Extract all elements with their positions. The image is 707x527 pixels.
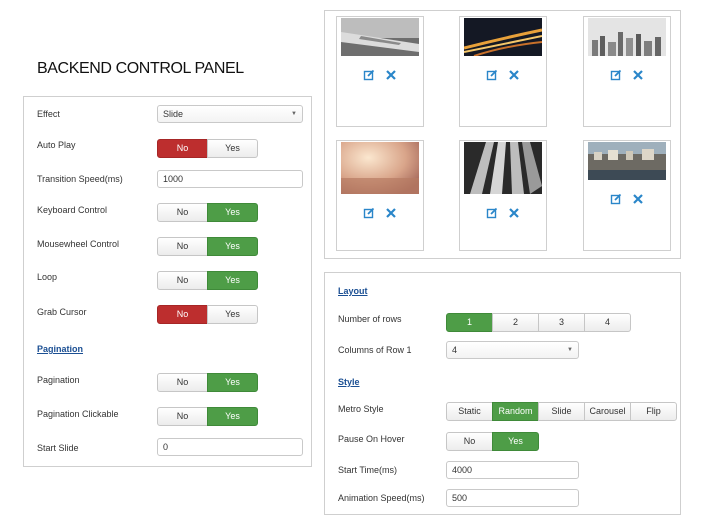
pause-on-hover-toggle[interactable]: No Yes <box>446 432 539 451</box>
animation-speed-label: Animation Speed(ms) <box>338 493 425 503</box>
edit-icon[interactable] <box>610 193 622 205</box>
auto-play-yes-button[interactable]: Yes <box>207 139 258 158</box>
pagination-clickable-toggle[interactable]: No Yes <box>157 407 258 426</box>
pagination-section-title: Pagination <box>37 344 84 354</box>
edit-icon[interactable] <box>610 69 622 81</box>
gallery-panel <box>324 10 681 259</box>
gallery-item[interactable] <box>583 140 671 251</box>
columns-value: 4 <box>452 345 458 355</box>
settings-panel: Effect Slide ▼ Auto Play No Yes Transiti… <box>23 96 312 467</box>
mousewheel-control-no-button[interactable]: No <box>157 237 208 256</box>
night-highway-image <box>464 18 542 56</box>
metro-style-carousel[interactable]: Carousel <box>584 402 631 421</box>
number-of-rows-selector[interactable]: 1 2 3 4 <box>446 313 631 332</box>
mousewheel-control-toggle[interactable]: No Yes <box>157 237 258 256</box>
metro-style-slide[interactable]: Slide <box>538 402 585 421</box>
pause-on-hover-label: Pause On Hover <box>338 434 405 444</box>
effect-select[interactable]: Slide ▼ <box>157 105 303 123</box>
page-heading: BACKEND CONTROL PANEL <box>37 60 244 77</box>
auto-play-label: Auto Play <box>37 140 76 150</box>
delete-icon[interactable] <box>385 69 397 81</box>
auto-play-no-button[interactable]: No <box>157 139 208 158</box>
rows-option-3[interactable]: 3 <box>538 313 585 332</box>
columns-label: Columns of Row 1 <box>338 345 412 355</box>
start-time-label: Start Time(ms) <box>338 465 398 475</box>
columns-select[interactable]: 4 ▼ <box>446 341 579 359</box>
edit-icon[interactable] <box>363 207 375 219</box>
gallery-item[interactable] <box>459 140 547 251</box>
gallery-item[interactable] <box>336 16 424 127</box>
transition-speed-label: Transition Speed(ms) <box>37 174 123 184</box>
pagination-toggle[interactable]: No Yes <box>157 373 258 392</box>
pagination-clickable-no-button[interactable]: No <box>157 407 208 426</box>
number-of-rows-label: Number of rows <box>338 314 402 324</box>
edit-icon[interactable] <box>363 69 375 81</box>
style-section-title: Style <box>338 377 360 387</box>
pagination-clickable-label: Pagination Clickable <box>37 409 119 419</box>
delete-icon[interactable] <box>508 69 520 81</box>
grab-cursor-label: Grab Cursor <box>37 307 87 317</box>
keyboard-control-yes-button[interactable]: Yes <box>207 203 258 222</box>
grab-cursor-toggle[interactable]: No Yes <box>157 305 258 324</box>
metro-style-label: Metro Style <box>338 404 384 414</box>
effect-label: Effect <box>37 109 60 119</box>
metro-style-selector[interactable]: Static Random Slide Carousel Flip <box>446 402 677 421</box>
layout-panel: Layout Number of rows 1 2 3 4 Columns of… <box>324 272 681 515</box>
keyboard-control-label: Keyboard Control <box>37 205 108 215</box>
sunlit-garden-image <box>341 142 419 194</box>
pause-on-hover-yes-button[interactable]: Yes <box>492 432 539 451</box>
airplane-wing-image <box>341 18 419 56</box>
chevron-down-icon: ▼ <box>291 111 297 117</box>
grab-cursor-yes-button[interactable]: Yes <box>207 305 258 324</box>
pagination-no-button[interactable]: No <box>157 373 208 392</box>
pagination-clickable-yes-button[interactable]: Yes <box>207 407 258 426</box>
start-slide-label: Start Slide <box>37 443 79 453</box>
start-slide-input[interactable]: 0 <box>157 438 303 456</box>
loop-toggle[interactable]: No Yes <box>157 271 258 290</box>
gallery-item[interactable] <box>336 140 424 251</box>
rows-option-1[interactable]: 1 <box>446 313 493 332</box>
delete-icon[interactable] <box>385 207 397 219</box>
keyboard-control-no-button[interactable]: No <box>157 203 208 222</box>
harbor-town-image <box>588 142 666 180</box>
layout-section-title: Layout <box>338 286 368 296</box>
delete-icon[interactable] <box>632 69 644 81</box>
mousewheel-control-label: Mousewheel Control <box>37 239 120 249</box>
loop-no-button[interactable]: No <box>157 271 208 290</box>
effect-value: Slide <box>163 109 184 119</box>
delete-icon[interactable] <box>508 207 520 219</box>
delete-icon[interactable] <box>632 193 644 205</box>
metro-style-flip[interactable]: Flip <box>630 402 677 421</box>
animation-speed-input[interactable]: 500 <box>446 489 579 507</box>
pagination-label: Pagination <box>37 375 80 385</box>
edit-icon[interactable] <box>486 207 498 219</box>
metro-style-random[interactable]: Random <box>492 402 539 421</box>
auto-play-toggle[interactable]: No Yes <box>157 139 258 158</box>
chevron-down-icon: ▼ <box>567 347 573 353</box>
mousewheel-control-yes-button[interactable]: Yes <box>207 237 258 256</box>
gallery-item[interactable] <box>459 16 547 127</box>
gallery-item[interactable] <box>583 16 671 127</box>
start-time-input[interactable]: 4000 <box>446 461 579 479</box>
keyboard-control-toggle[interactable]: No Yes <box>157 203 258 222</box>
rows-option-2[interactable]: 2 <box>492 313 539 332</box>
pagination-yes-button[interactable]: Yes <box>207 373 258 392</box>
transition-speed-input[interactable]: 1000 <box>157 170 303 188</box>
rows-option-4[interactable]: 4 <box>584 313 631 332</box>
escalator-image <box>464 142 542 194</box>
pause-on-hover-no-button[interactable]: No <box>446 432 493 451</box>
grab-cursor-no-button[interactable]: No <box>157 305 208 324</box>
metro-style-static[interactable]: Static <box>446 402 493 421</box>
loop-label: Loop <box>37 272 58 282</box>
loop-yes-button[interactable]: Yes <box>207 271 258 290</box>
city-skyline-image <box>588 18 666 56</box>
edit-icon[interactable] <box>486 69 498 81</box>
